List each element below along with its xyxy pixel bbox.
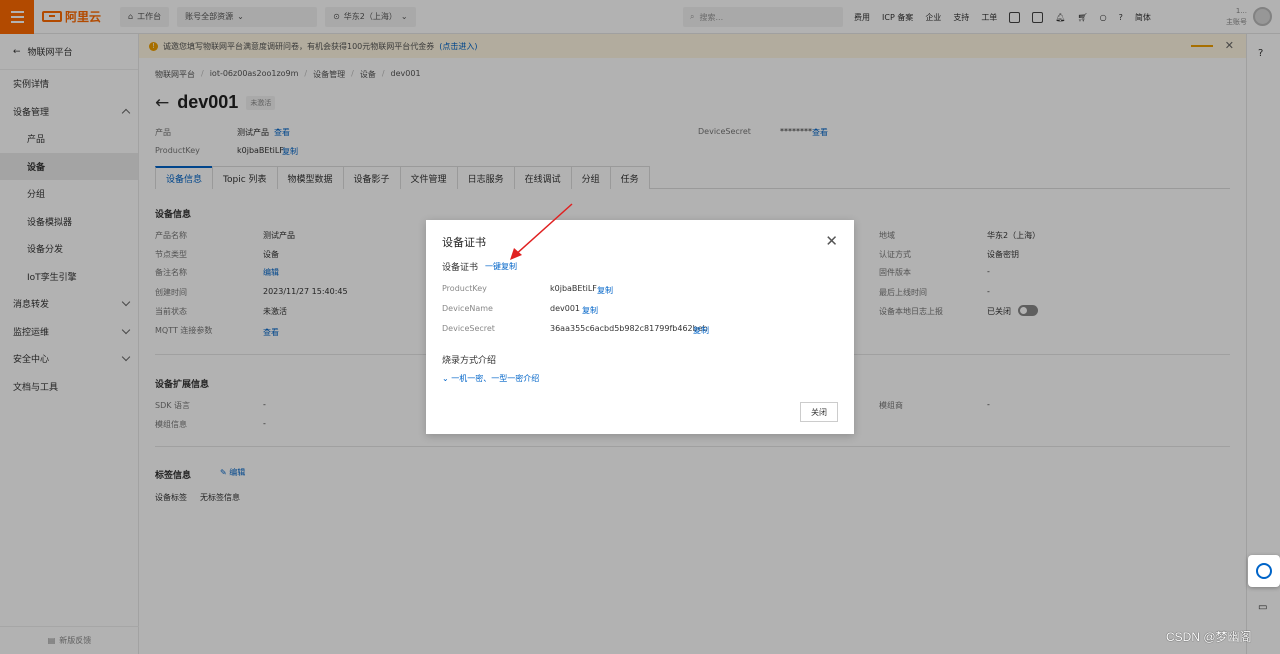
copy-devicename-link[interactable]: 复制 xyxy=(582,305,598,316)
chevron-down-icon: ⌄ xyxy=(442,374,449,383)
close-button[interactable]: 关闭 xyxy=(800,402,838,422)
cert-value: dev001 xyxy=(550,304,581,313)
burn-intro-link[interactable]: ⌄ 一机一密、一型一密介绍 xyxy=(442,373,539,384)
assistant-float-button[interactable] xyxy=(1248,555,1280,587)
dialog-title: 设备证书 xyxy=(442,236,486,249)
copy-productkey-link[interactable]: 复制 xyxy=(597,285,613,296)
device-cert-dialog: 设备证书 ✕ 设备证书 一键复制 ProductKey k0jbaBEtiLF … xyxy=(426,220,854,434)
copy-devicesecret-link[interactable]: 复制 xyxy=(693,325,709,336)
burn-title: 烧录方式介绍 xyxy=(442,356,497,366)
cert-label: 设备证书 xyxy=(442,263,479,273)
cert-key: DeviceSecret xyxy=(442,324,495,333)
cert-key: ProductKey xyxy=(442,284,487,293)
dialog-close-icon[interactable]: ✕ xyxy=(825,232,838,250)
cert-key: DeviceName xyxy=(442,304,493,313)
cert-value: k0jbaBEtiLF xyxy=(550,284,597,293)
watermark: CSDN @梦幽阁 xyxy=(1166,630,1252,644)
assistant-icon xyxy=(1256,563,1272,579)
burn-intro-label: 一机一密、一型一密介绍 xyxy=(451,374,540,383)
annotation-arrow xyxy=(510,203,573,260)
cert-value: 36aa355c6acbd5b982c81799fb462beb xyxy=(550,324,708,333)
